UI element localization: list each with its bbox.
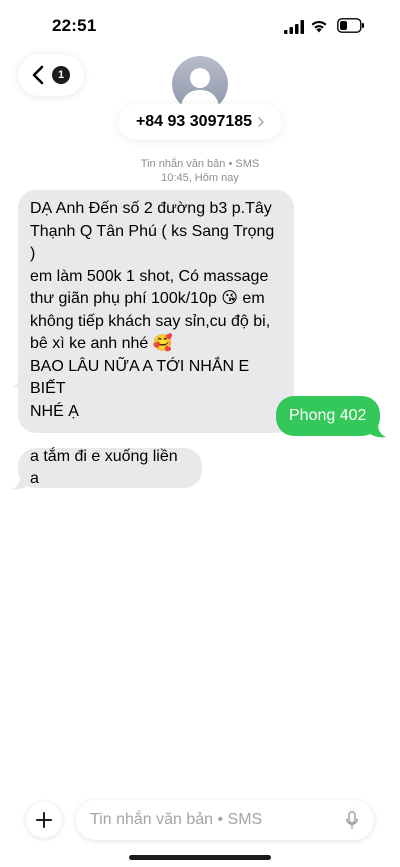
contact-name: +84 93 3097185	[135, 113, 253, 130]
microphone-icon[interactable]	[346, 811, 358, 829]
message-timestamp: 10:45, Hôm nay	[161, 172, 239, 184]
message-input[interactable]: Tin nhắn văn bản • SMS	[76, 800, 374, 840]
chevron-left-icon	[32, 65, 44, 85]
bubble-tail	[370, 424, 386, 438]
add-attachment-button[interactable]	[26, 802, 62, 838]
plus-icon	[36, 812, 52, 828]
service-label: Tin nhắn văn bản • SMS	[140, 158, 260, 170]
status-time: 22:51	[52, 16, 97, 35]
contact-details-button[interactable]: +84 93 3097185	[118, 104, 282, 140]
signal-icon	[284, 20, 304, 34]
battery-icon	[337, 18, 364, 33]
status-bar: 22:51	[0, 0, 400, 54]
back-button[interactable]: 1	[18, 54, 84, 96]
home-indicator	[129, 855, 271, 860]
unread-badge: 1	[52, 66, 70, 84]
incoming-message[interactable]: a tắm đi e xuống liền a	[18, 448, 202, 488]
message-input-placeholder: Tin nhắn văn bản • SMS	[90, 811, 263, 828]
outgoing-message[interactable]: Phong 402	[276, 396, 380, 436]
wifi-icon	[311, 20, 327, 33]
incoming-message[interactable]: DẠ Anh Đến số 2 đường b3 p.Tây Thạnh Q T…	[18, 190, 294, 433]
bubble-tail	[12, 374, 28, 388]
bubble-tail	[12, 476, 28, 490]
chevron-right-icon	[258, 117, 264, 127]
